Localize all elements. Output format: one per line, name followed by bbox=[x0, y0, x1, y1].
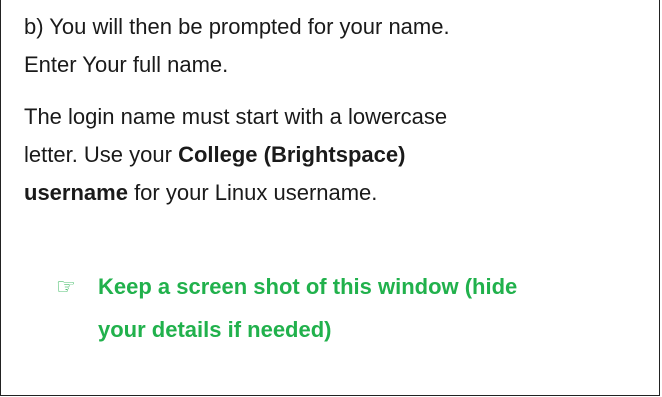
username-bold: username bbox=[24, 180, 128, 205]
document-content: b) You will then be prompted for your na… bbox=[24, 8, 644, 212]
step-line-1: b) You will then be prompted for your na… bbox=[24, 14, 450, 39]
login-line-2: letter. Use your College (Brightspace) bbox=[24, 136, 644, 174]
login-line-3: username for your Linux username. bbox=[24, 174, 644, 212]
login-line-3-text: for your Linux username. bbox=[127, 180, 378, 205]
note-line-2: your details if needed) bbox=[98, 317, 332, 342]
login-line-1: The login name must start with a lowerca… bbox=[24, 104, 448, 129]
login-info-paragraph: The login name must start with a lowerca… bbox=[24, 98, 644, 212]
note-text: Keep a screen shot of this window (hide … bbox=[64, 265, 644, 351]
login-line-2-text: letter. Use your bbox=[24, 142, 179, 167]
step-line-2: Enter Your full name. bbox=[24, 52, 229, 77]
pointing-hand-icon: ☞ bbox=[56, 274, 76, 299]
step-paragraph: b) You will then be prompted for your na… bbox=[24, 8, 644, 84]
screenshot-note: ☞ Keep a screen shot of this window (hid… bbox=[56, 265, 644, 351]
note-line-1: Keep a screen shot of this window (hide bbox=[98, 274, 518, 299]
college-username-bold: College (Brightspace) bbox=[178, 142, 406, 167]
